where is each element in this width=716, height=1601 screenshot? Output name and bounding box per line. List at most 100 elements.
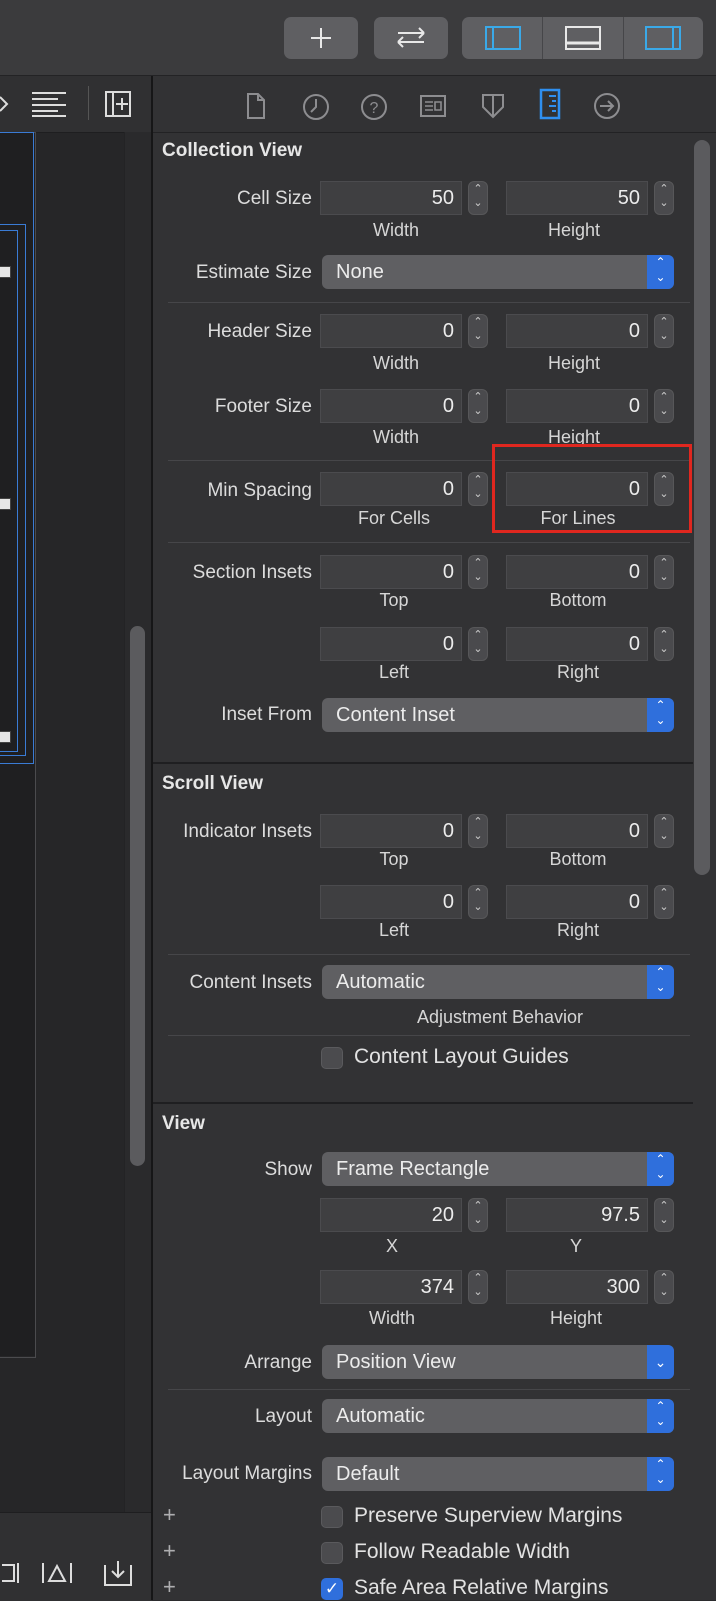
header-width-stepper[interactable]: ⌃ ⌄ (468, 314, 488, 348)
y-stepper[interactable]: ⌃ ⌄ (654, 1198, 674, 1232)
cell-width-label: Width (372, 220, 419, 240)
height-field[interactable]: 300 (506, 1270, 648, 1304)
content-insets-popup[interactable]: Automatic ⌃ ⌄ (322, 965, 674, 999)
code-review-button[interactable] (374, 17, 448, 59)
section-bottom-stepper[interactable]: ⌃ ⌄ (654, 555, 674, 589)
section-right-stepper[interactable]: ⌃ ⌄ (654, 627, 674, 661)
indicator-bottom-stepper[interactable]: ⌃ ⌄ (654, 814, 674, 848)
show-value: Frame Rectangle (336, 1158, 490, 1180)
add-editor-icon[interactable] (104, 90, 132, 118)
indicator-top-field[interactable]: 0 (320, 814, 462, 848)
section-top-field[interactable]: 0 (320, 555, 462, 589)
add-variation-plus-icon[interactable]: + (163, 1502, 176, 1528)
right-panel-icon[interactable] (624, 17, 704, 59)
connections-inspector-icon[interactable] (593, 92, 621, 120)
header-height-label: Height (547, 353, 601, 373)
add-variation-plus-icon[interactable]: + (163, 1574, 176, 1600)
cell-height-stepper[interactable]: ⌃ ⌄ (654, 181, 674, 215)
bottom-panel-icon[interactable] (543, 17, 623, 59)
content-layout-guides-checkbox[interactable] (321, 1047, 343, 1069)
content-layout-guides-label: Content Layout Guides (354, 1045, 569, 1068)
follow-readable-width-checkbox[interactable] (321, 1542, 343, 1564)
section-right-field[interactable]: 0 (506, 627, 648, 661)
align-icon[interactable] (0, 1561, 22, 1585)
cell-height-field[interactable]: 50 (506, 181, 648, 215)
add-library-button[interactable] (284, 17, 358, 59)
indicator-right-label: Right (556, 920, 600, 940)
inset-from-popup[interactable]: Content Inset ⌃ ⌄ (322, 698, 674, 732)
footer-width-stepper[interactable]: ⌃ ⌄ (468, 389, 488, 423)
highlight-box (492, 444, 692, 533)
safe-area-relative-margins-checkbox[interactable]: ✓ (321, 1578, 343, 1600)
separator (168, 302, 690, 303)
indicator-top-label: Top (379, 849, 409, 869)
indicator-left-stepper[interactable]: ⌃ ⌄ (468, 885, 488, 919)
separator (168, 1389, 690, 1390)
cell-width-field[interactable]: 50 (320, 181, 462, 215)
resolve-constraints-icon[interactable] (40, 1561, 74, 1585)
history-inspector-icon[interactable] (302, 93, 330, 121)
section-left-field[interactable]: 0 (320, 627, 462, 661)
chevron-updown-icon: ⌃ ⌄ (647, 1152, 674, 1186)
cell-size-label: Cell Size (237, 188, 312, 209)
add-variation-plus-icon[interactable]: + (163, 1538, 176, 1564)
canvas-scrollbar-thumb[interactable] (130, 626, 145, 1166)
panel-toggle-group (462, 17, 703, 59)
section-top-label: Top (379, 590, 409, 610)
y-field[interactable]: 97.5 (506, 1198, 648, 1232)
canvas-view (0, 132, 36, 1358)
x-field[interactable]: 20 (320, 1198, 462, 1232)
chevron-right-icon[interactable] (0, 94, 10, 114)
identity-inspector-icon[interactable] (419, 94, 447, 118)
adjustment-behavior-label: Adjustment Behavior (416, 1007, 584, 1027)
footer-width-field[interactable]: 0 (320, 389, 462, 423)
min-spacing-cells-field[interactable]: 0 (320, 472, 462, 506)
layout-value: Automatic (336, 1405, 425, 1427)
align-lines-icon[interactable] (30, 90, 70, 118)
size-inspector-icon[interactable] (538, 88, 562, 120)
inspector-scrollbar-thumb[interactable] (694, 140, 710, 875)
indicator-left-field[interactable]: 0 (320, 885, 462, 919)
header-width-field[interactable]: 0 (320, 314, 462, 348)
indicator-right-field[interactable]: 0 (506, 885, 648, 919)
help-inspector-icon[interactable]: ? (360, 93, 388, 121)
header-height-field[interactable]: 0 (506, 314, 648, 348)
header-height-stepper[interactable]: ⌃ ⌄ (654, 314, 674, 348)
show-label: Show (264, 1159, 312, 1180)
indicator-bottom-field[interactable]: 0 (506, 814, 648, 848)
x-stepper[interactable]: ⌃ ⌄ (468, 1198, 488, 1232)
indicator-bottom-label: Bottom (549, 849, 607, 869)
footer-height-field[interactable]: 0 (506, 389, 648, 423)
left-panel-icon[interactable] (462, 17, 542, 59)
canvas-header (0, 76, 152, 133)
indicator-top-stepper[interactable]: ⌃ ⌄ (468, 814, 488, 848)
file-inspector-icon[interactable] (245, 92, 267, 120)
content-insets-value: Automatic (336, 971, 425, 993)
separator (168, 542, 690, 543)
width-field[interactable]: 374 (320, 1270, 462, 1304)
embed-in-icon[interactable] (102, 1559, 134, 1587)
indicator-insets-label: Indicator Insets (183, 821, 312, 842)
chevron-updown-icon: ⌃ ⌄ (647, 1399, 674, 1433)
section-top-stepper[interactable]: ⌃ ⌄ (468, 555, 488, 589)
section-left-label: Left (378, 662, 410, 682)
section-left-stepper[interactable]: ⌃ ⌄ (468, 627, 488, 661)
width-stepper[interactable]: ⌃ ⌄ (468, 1270, 488, 1304)
cell-width-stepper[interactable]: ⌃ ⌄ (468, 181, 488, 215)
show-popup[interactable]: Frame Rectangle ⌃ ⌄ (322, 1152, 674, 1186)
layout-margins-popup[interactable]: Default ⌃ ⌄ (322, 1457, 674, 1491)
height-label: Height (549, 1308, 603, 1328)
min-spacing-cells-stepper[interactable]: ⌃ ⌄ (468, 472, 488, 506)
height-stepper[interactable]: ⌃ ⌄ (654, 1270, 674, 1304)
arrange-popup[interactable]: Position View ⌄ (322, 1345, 674, 1379)
layout-popup[interactable]: Automatic ⌃ ⌄ (322, 1399, 674, 1433)
indicator-right-stepper[interactable]: ⌃ ⌄ (654, 885, 674, 919)
canvas-bottom-bar (0, 1512, 152, 1601)
section-bottom-field[interactable]: 0 (506, 555, 648, 589)
estimate-size-popup[interactable]: None ⌃ ⌄ (322, 255, 674, 289)
preserve-superview-margins-checkbox[interactable] (321, 1506, 343, 1528)
inset-from-value: Content Inset (336, 704, 455, 726)
attributes-inspector-icon[interactable] (481, 91, 505, 121)
footer-height-stepper[interactable]: ⌃ ⌄ (654, 389, 674, 423)
for-cells-label: For Cells (357, 508, 430, 528)
